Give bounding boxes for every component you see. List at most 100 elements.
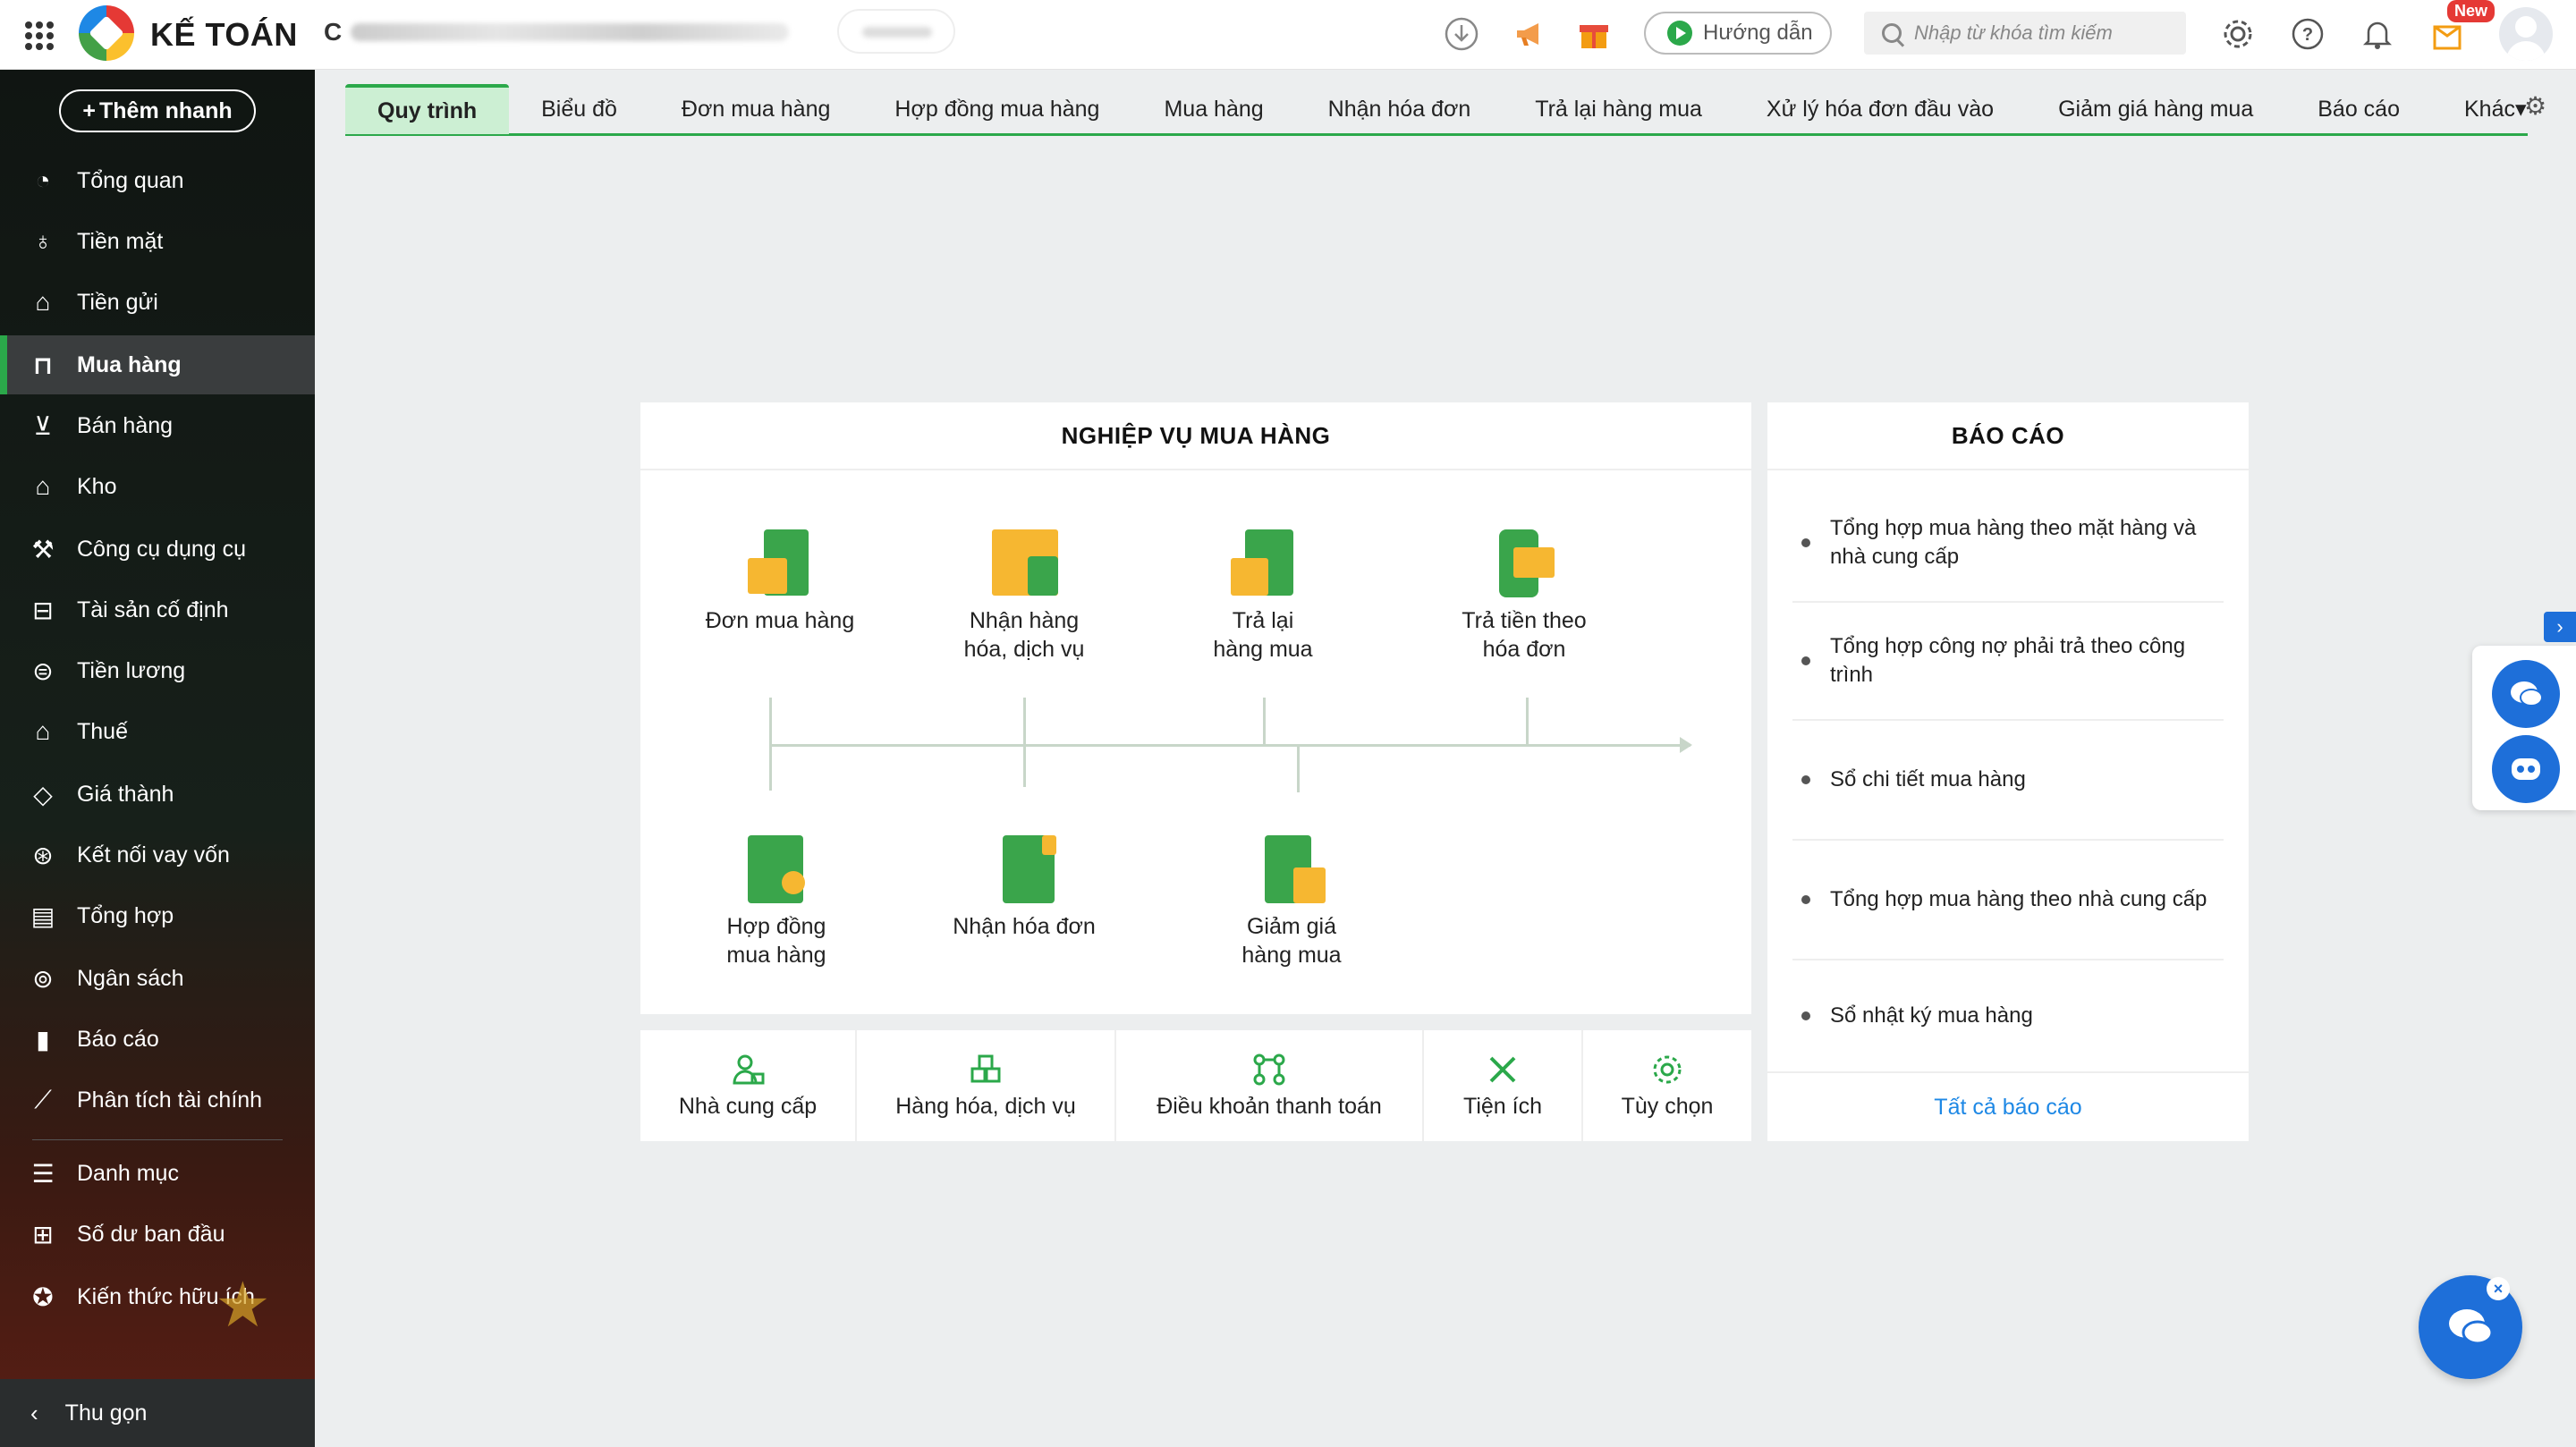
search-icon [1882,23,1902,43]
sidebar-item[interactable]: ⊓ Mua hàng [0,335,315,394]
chart-pie-icon: ◔ [35,166,51,194]
flow-label: Nhận hàng hóa, dịch vụ [963,608,1085,662]
receive-invoice-icon [990,832,1058,903]
sidebar-item[interactable]: ♁ Tiền mặt [0,212,315,271]
tab[interactable]: Đơn mua hàng [649,84,863,134]
tab-settings-icon[interactable]: ⚙ [2524,91,2546,121]
tab[interactable]: Quy trình [345,84,510,134]
brand-logo[interactable] [79,5,134,61]
sidebar-item-label: Tổng quan [77,167,184,193]
flow-label: Giảm giá hàng mua [1241,914,1342,968]
sidebar-item[interactable]: ☰ Danh mục [0,1144,315,1203]
sidebar-item[interactable]: ▤ Tổng hợp [0,886,315,945]
search-box[interactable] [1864,12,2186,55]
app-grid-icon[interactable] [21,18,54,50]
download-icon[interactable] [1442,14,1481,54]
chatbot-icon[interactable] [2492,735,2560,803]
flow-receive-goods[interactable]: Nhận hàng hóa, dịch vụ [917,526,1131,664]
company-name[interactable]: C [324,18,342,47]
sidebar-item[interactable]: ⚒ Công cụ dụng cụ [0,520,315,579]
svg-text:?: ? [2302,25,2313,45]
report-item[interactable]: Sổ nhật ký mua hàng [1792,960,2224,1071]
balance-icon: ⊞ [32,1220,54,1248]
add-quick-button[interactable]: + Thêm nhanh [59,89,256,132]
company-switch-pill[interactable] [837,9,955,54]
process-timeline [769,737,1692,753]
report-item[interactable]: Tổng hợp công nợ phải trả theo công trìn… [1792,603,2224,721]
report-item-label: Sổ nhật ký mua hàng [1830,1003,2033,1028]
all-reports-link[interactable]: Tất cả báo cáo [1767,1071,2249,1141]
report-item[interactable]: Sổ chi tiết mua hàng [1792,721,2224,841]
flow-purchase-contract[interactable]: Hợp đồng mua hàng [669,832,884,969]
flow-return-goods[interactable]: Trả lại hàng mua [1156,526,1370,664]
tab[interactable]: Hợp đồng mua hàng [862,84,1131,134]
gift-icon[interactable] [1574,14,1614,54]
shortcut-utilities[interactable]: Tiện ích [1424,1030,1583,1141]
settings-gear-icon-top[interactable] [2218,14,2258,54]
timeline-tick [1297,744,1300,792]
guide-button[interactable]: Hướng dẫn [1644,12,1832,55]
megaphone-icon[interactable] [1510,14,1549,54]
flow-pay-invoice[interactable]: Trả tiền theo hóa đơn [1417,526,1631,664]
sidebar-item-label: Tổng hợp [77,902,174,928]
tab[interactable]: Mua hàng [1131,84,1295,134]
company-name-blurred [351,23,789,41]
sidebar-item-label: Báo cáo [77,1026,159,1052]
shortcut-label: Hàng hóa, dịch vụ [895,1093,1076,1119]
shortcut-payment-terms[interactable]: Điều khoản thanh toán [1116,1030,1424,1141]
tab[interactable]: Xử lý hóa đơn đầu vào [1734,84,2026,134]
shortcut-label: Tùy chọn [1621,1093,1714,1119]
report-item[interactable]: Tổng hợp mua hàng theo mặt hàng và nhà c… [1792,485,2224,603]
sidebar-item[interactable]: ⟋ Phân tích tài chính [0,1070,315,1130]
flow-purchase-discount[interactable]: Giảm giá hàng mua [1184,832,1399,969]
flow-purchase-order[interactable]: Đơn mua hàng [673,526,887,635]
sidebar-item[interactable]: ◔ Tổng quan [0,151,315,210]
sidebar-item[interactable]: ◇ Giá thành [0,765,315,824]
report-item-label: Tổng hợp công nợ phải trả theo công trìn… [1830,634,2186,687]
flow-receive-invoice[interactable]: Nhận hóa đơn [917,832,1131,941]
shortcut-options[interactable]: Tùy chọn [1583,1030,1751,1141]
float-panel-toggle[interactable]: › [2544,612,2576,642]
process-shortcuts: Nhà cung cấp Hàng hóa, dịch vụ Điều khoả… [640,1030,1751,1141]
chat-bubble-icon[interactable] [2492,660,2560,728]
timeline-tick [769,744,772,791]
sidebar-item[interactable]: ⊜ Tiền lương [0,641,315,700]
play-icon [1667,21,1692,46]
search-input[interactable] [1914,21,2174,45]
notification-bell-icon[interactable] [2358,14,2397,54]
close-icon[interactable]: × [2487,1277,2510,1300]
sidebar-item[interactable]: ⊛ Kết nối vay vốn [0,825,315,884]
tab[interactable]: Trả lại hàng mua [1503,84,1734,134]
sidebar-item[interactable]: ⌂ Tiền gửi [0,273,315,332]
sidebar-item-label: Danh mục [77,1160,179,1186]
sidebar-item[interactable]: ⊚ Ngân sách [0,949,315,1008]
flow-label: Trả tiền theo hóa đơn [1462,608,1587,662]
sidebar-item[interactable]: ⊞ Số dư ban đầu [0,1205,315,1264]
sidebar-item[interactable]: ▮ Báo cáo [0,1010,315,1069]
sidebar-item-label: Thuế [77,718,128,744]
sidebar-item[interactable]: ⌂ Thuế [0,702,315,761]
float-panel [2472,646,2576,810]
sidebar-item[interactable]: ⊟ Tài sản cố định [0,580,315,639]
new-badge: New [2447,0,2496,22]
tab[interactable]: Giảm giá hàng mua [2026,84,2285,134]
sidebar-item-label: Giá thành [77,781,174,807]
sidebar-item[interactable]: ⌂ Kho [0,457,315,516]
sidebar-item[interactable]: ⊻ Bán hàng [0,396,315,455]
tab[interactable]: Biểu đồ [509,84,649,134]
process-title: NGHIỆP VỤ MUA HÀNG [640,402,1751,470]
return-goods-icon [1229,526,1297,597]
tab[interactable]: Nhận hóa đơn [1296,84,1504,134]
car-icon: ⊟ [32,596,54,624]
help-icon[interactable]: ? [2288,14,2327,54]
avatar[interactable] [2499,7,2553,61]
report-item[interactable]: Tổng hợp mua hàng theo nhà cung cấp [1792,841,2224,960]
collapse-button[interactable]: ‹ Thu gọn [0,1379,315,1447]
shortcut-supplier[interactable]: Nhà cung cấp [640,1030,857,1141]
tab[interactable]: Báo cáo [2285,84,2432,134]
flow-label: Đơn mua hàng [705,608,855,633]
report-title: BÁO CÁO [1767,402,2249,470]
shortcut-goods[interactable]: Hàng hóa, dịch vụ [857,1030,1116,1141]
shortcut-label: Nhà cung cấp [678,1093,818,1119]
settings-gear-icon [1650,1053,1684,1087]
